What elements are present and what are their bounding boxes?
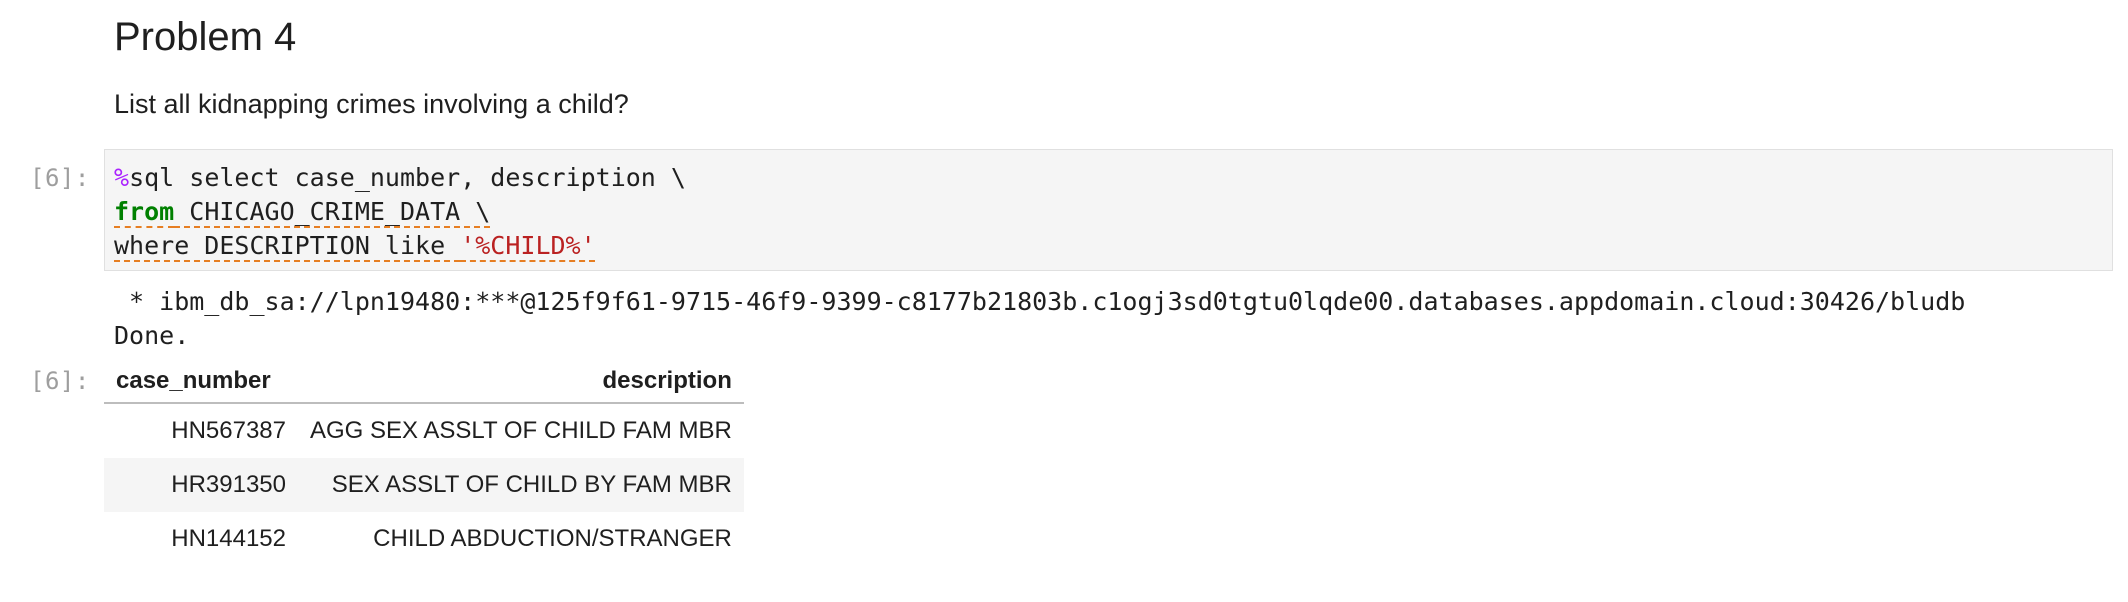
code-magic-symbol: %: [114, 163, 130, 192]
code-line-2-text: CHICAGO_CRIME_DATA \: [174, 197, 491, 226]
output-prompt: [6]:: [30, 367, 90, 395]
table-header-row: case_number description: [104, 360, 744, 404]
table-cell-case-number: HR391350: [104, 458, 298, 512]
table-cell-case-number: HN144152: [171, 525, 286, 552]
table-cell-case-number: HN567387: [171, 417, 286, 444]
output-connection-line: * ibm_db_sa://lpn19480:***@125f9f61-9715…: [114, 287, 1966, 316]
code-keyword-from: from: [114, 197, 175, 226]
code-line-2-squiggle: from CHICAGO_CRIME_DATA \: [114, 197, 490, 226]
table-row: HN144152 CHILD ABDUCTION/STRANGER: [104, 512, 744, 566]
markdown-paragraph: List all kidnapping crimes involving a c…: [114, 89, 629, 119]
code-line-1: %sql select case_number, description \: [114, 161, 686, 195]
table-row: HR391350 SEX ASSLT OF CHILD BY FAM MBR: [104, 458, 744, 512]
table-cell-description: AGG SEX ASSLT OF CHILD FAM MBR: [310, 417, 732, 444]
code-string-literal: '%CHILD%': [460, 231, 596, 260]
table-row: HN567387 AGG SEX ASSLT OF CHILD FAM MBR: [104, 403, 744, 458]
table-header-description: description: [298, 360, 744, 404]
code-line-3: where DESCRIPTION like '%CHILD%': [114, 229, 596, 263]
table-cell-description: CHILD ABDUCTION/STRANGER: [373, 525, 732, 552]
code-line-3-squiggle: where DESCRIPTION like '%CHILD%': [114, 231, 596, 260]
output-done-line: Done.: [114, 321, 190, 350]
table-header-case-number: case_number: [104, 360, 298, 404]
input-prompt: [6]:: [30, 164, 90, 192]
code-line-1-text: sql select case_number, description \: [129, 163, 686, 192]
code-line-3-text: where DESCRIPTION like: [114, 231, 461, 260]
code-line-2: from CHICAGO_CRIME_DATA \: [114, 195, 490, 229]
result-table: case_number description HN567387 AGG SEX…: [104, 360, 744, 566]
markdown-heading: Problem 4: [114, 15, 297, 59]
code-cell-editor[interactable]: %sql select case_number, description \ f…: [104, 149, 2113, 271]
table-cell-description: SEX ASSLT OF CHILD BY FAM MBR: [298, 458, 744, 512]
